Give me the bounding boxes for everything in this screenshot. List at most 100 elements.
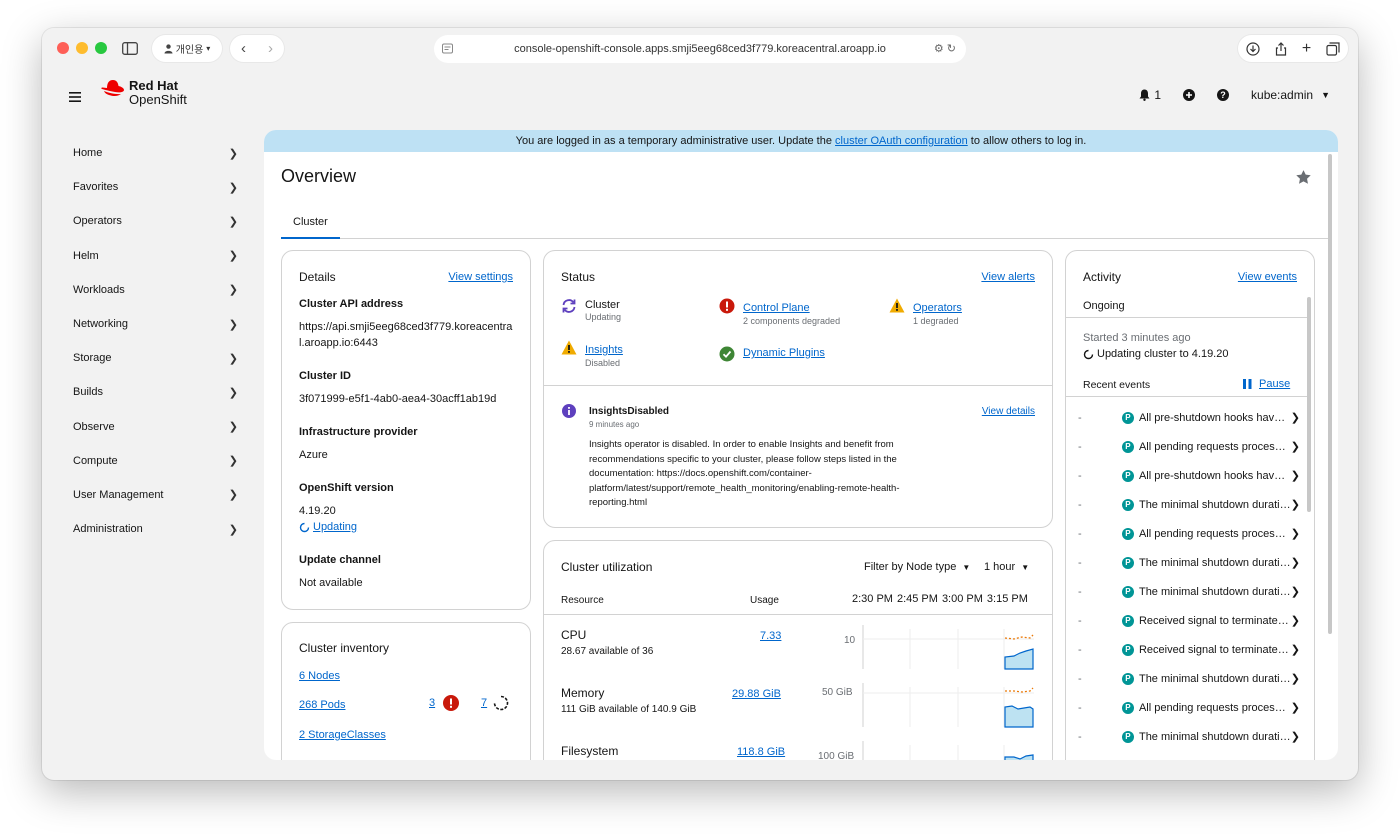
dynamic-plugins-link[interactable]: Dynamic Plugins [743, 346, 825, 362]
version-updating-link[interactable]: Updating [313, 519, 357, 535]
sidebar-item-workloads[interactable]: Workloads ❯ [42, 273, 262, 307]
sidebar-item-observe[interactable]: Observe ❯ [42, 410, 262, 444]
cluster-id-label: Cluster ID [299, 370, 351, 382]
node-type-filter-label: Filter by Node type [864, 561, 957, 573]
sidebar-item-builds[interactable]: Builds ❯ [42, 375, 262, 409]
translate-reload-icons[interactable]: ⚙ ↻ [934, 42, 956, 55]
sidebar-item-helm[interactable]: Helm ❯ [42, 239, 262, 273]
time-range-select[interactable]: 1 hour ▼ [984, 561, 1029, 573]
view-settings-link[interactable]: View settings [448, 271, 513, 283]
status-dynamic-plugins[interactable]: Dynamic Plugins [719, 346, 825, 362]
storageclasses-link[interactable]: 2 StorageClasses [299, 727, 386, 743]
sidebar-toggle-button[interactable] [118, 35, 142, 62]
event-row[interactable]: -PThe minimal shutdown duration of 0s fi… [1066, 577, 1312, 606]
address-bar[interactable]: console-openshift-console.apps.smji5eeg6… [434, 35, 966, 63]
event-row[interactable]: -PReceived signal to terminate, becoming… [1066, 606, 1312, 635]
alert-body-line: platform/latest/support/remote_health_mo… [589, 482, 900, 494]
notifications-button[interactable]: 1 [1139, 88, 1161, 102]
event-row[interactable]: -PThe minimal shutdown duration of 0s fi… [1066, 490, 1312, 519]
pod-badge-icon: P [1121, 701, 1134, 714]
sidebar-item-label: Builds [73, 386, 103, 399]
event-row[interactable]: -PAll pre-shutdown hooks have been finis… [1066, 403, 1312, 432]
pause-events-button[interactable]: Pause [1243, 378, 1290, 390]
chevron-right-icon: ❯ [228, 352, 238, 365]
favorite-star-icon[interactable] [1295, 169, 1312, 186]
view-events-link[interactable]: View events [1238, 271, 1297, 283]
plus-circle-icon[interactable] [1183, 89, 1196, 101]
svg-text:?: ? [1220, 90, 1226, 100]
event-row[interactable]: - P All pending requests processed ❯ [1066, 519, 1312, 548]
sidebar-item-label: Helm [73, 249, 99, 262]
sidebar-item-storage[interactable]: Storage ❯ [42, 341, 262, 375]
chevron-right-icon: ❯ [1290, 557, 1300, 569]
sidebar-item-operators[interactable]: Operators ❯ [42, 204, 262, 238]
event-row[interactable]: - P All pending requests processed ❯ [1066, 432, 1312, 461]
activity-scrollbar[interactable] [1307, 297, 1311, 512]
chevron-right-icon: ❯ [1290, 470, 1300, 482]
event-row[interactable]: -PThe minimal shutdown duration of 0s fi… [1066, 664, 1312, 693]
event-text: All pre-shutdown hooks have been finishe… [1138, 469, 1291, 482]
event-text: The minimal shutdown duration of 0s fini… [1138, 556, 1291, 569]
node-type-filter[interactable]: Filter by Node type ▼ [864, 561, 970, 573]
control-plane-link[interactable]: Control Plane [743, 302, 810, 314]
sidebar-item-compute[interactable]: Compute ❯ [42, 444, 262, 478]
zoom-window-button[interactable] [95, 42, 107, 54]
chevron-right-icon: ❯ [228, 421, 238, 434]
pods-pending-count[interactable]: 7 [481, 695, 487, 711]
user-menu-toggle[interactable]: kube:admin ▼ [1251, 88, 1330, 102]
chevron-right-icon: ❯ [1290, 586, 1300, 598]
page-settings-icon[interactable] [442, 43, 453, 54]
sidebar-item-home[interactable]: Home ❯ [42, 136, 262, 170]
event-row[interactable]: - P All pending requests processed ❯ [1066, 693, 1312, 722]
pods-error-count[interactable]: 3 [429, 695, 435, 711]
minimize-window-button[interactable] [76, 42, 88, 54]
profile-button[interactable]: 개인용 ▾ [152, 35, 222, 62]
event-row[interactable]: -PThe minimal shutdown duration of 0s fi… [1066, 548, 1312, 577]
tab-cluster[interactable]: Cluster [281, 208, 340, 239]
sidebar-item-administration[interactable]: Administration ❯ [42, 512, 262, 546]
main-scrollbar[interactable] [1328, 154, 1332, 634]
insights-link[interactable]: Insights [585, 344, 623, 356]
back-icon[interactable]: ‹ [241, 40, 246, 57]
sidebar-item-label: Home [73, 147, 103, 160]
cpu-usage-link[interactable]: 7.33 [760, 628, 781, 644]
alert-body-line: reporting.html [589, 497, 648, 508]
tab-overview-icon[interactable] [1326, 41, 1340, 56]
memory-usage-link[interactable]: 29.88 GiB [732, 686, 781, 702]
status-title: Status [561, 270, 596, 284]
cluster-api-label: Cluster API address [299, 298, 404, 310]
hamburger-menu-icon[interactable] [69, 92, 81, 102]
status-control-plane[interactable]: Control Plane 2 components degraded [719, 298, 840, 326]
pod-badge-icon: P [1121, 643, 1134, 656]
redhat-openshift-logo[interactable]: Red Hat OpenShift [100, 79, 187, 107]
filesystem-usage-link[interactable]: 118.8 GiB [737, 744, 785, 760]
cluster-api-value-line2: l.aroapp.io:6443 [299, 337, 378, 349]
operators-link[interactable]: Operators [913, 302, 962, 314]
close-window-button[interactable] [57, 42, 69, 54]
help-icon[interactable]: ? [1217, 89, 1230, 101]
infra-provider-label: Infrastructure provider [299, 426, 418, 438]
status-insights[interactable]: Insights Disabled [561, 340, 623, 368]
view-details-link[interactable]: View details [982, 406, 1035, 417]
view-alerts-link[interactable]: View alerts [981, 271, 1035, 283]
oauth-config-link[interactable]: cluster OAuth configuration [835, 135, 968, 147]
new-tab-icon[interactable]: + [1302, 40, 1311, 58]
event-row[interactable]: -PReceived signal to terminate, becoming… [1066, 635, 1312, 664]
status-cluster[interactable]: Cluster Updating [561, 298, 621, 322]
event-text: The minimal shutdown duration of 0s fini… [1138, 672, 1291, 685]
status-operators[interactable]: Operators 1 degraded [889, 298, 962, 326]
chevron-right-icon: ❯ [228, 523, 238, 536]
pods-link[interactable]: 268 Pods [299, 697, 345, 713]
event-row[interactable]: -PAll pre-shutdown hooks have been finis… [1066, 461, 1312, 490]
sidebar-item-favorites[interactable]: Favorites ❯ [42, 170, 262, 204]
forward-icon[interactable]: › [268, 40, 273, 57]
time-label: 2:45 PM [896, 593, 938, 605]
sidebar-item-label: Networking [73, 318, 129, 331]
nodes-link[interactable]: 6 Nodes [299, 668, 340, 684]
share-icon[interactable] [1275, 41, 1287, 56]
event-row[interactable]: -PThe minimal shutdown duration of 0s fi… [1066, 722, 1312, 751]
memory-label: Memory [561, 686, 605, 700]
sidebar-item-user-management[interactable]: User Management ❯ [42, 478, 262, 512]
download-icon[interactable] [1245, 41, 1260, 56]
sidebar-item-networking[interactable]: Networking ❯ [42, 307, 262, 341]
